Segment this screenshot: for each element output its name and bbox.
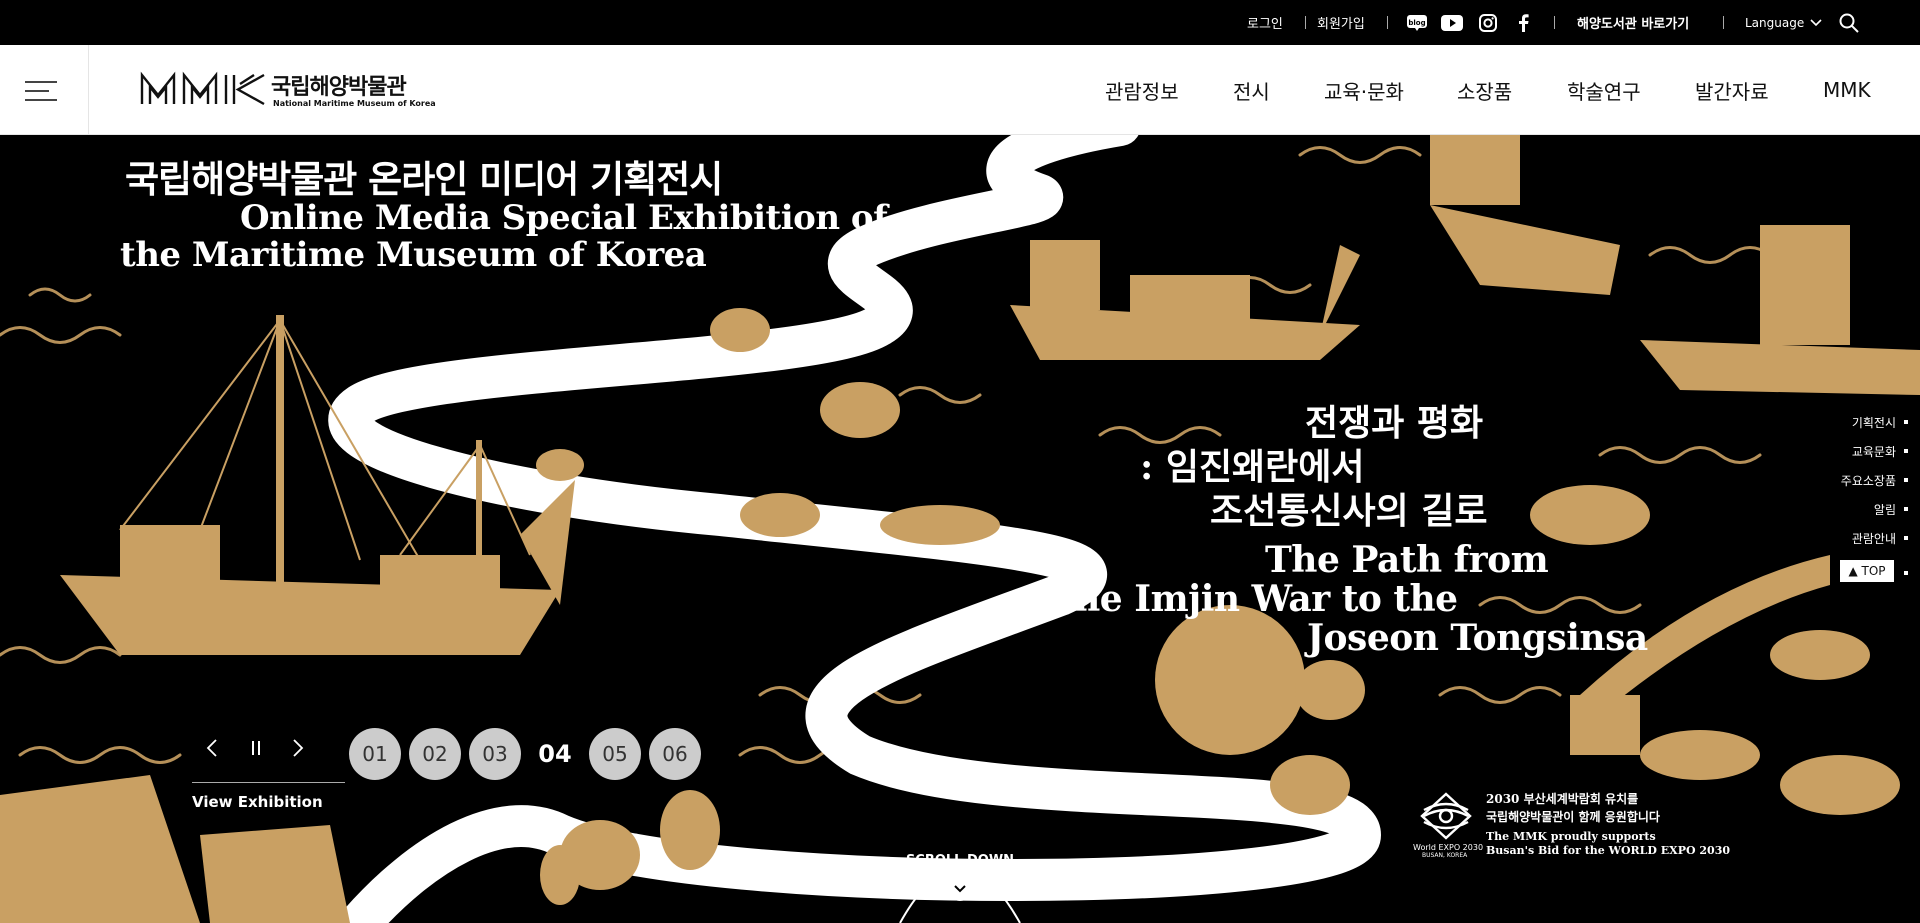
next-slide-button[interactable]	[283, 733, 313, 763]
logo-english-name: National Maritime Museum of Korea	[273, 99, 436, 108]
exhibit-subtitle-en-2: the Imjin War to the	[1058, 578, 1458, 620]
quick-menu-label: 기획전시	[1851, 415, 1896, 430]
svg-text:blog: blog	[1408, 19, 1425, 27]
bullet-icon	[1904, 507, 1908, 511]
instagram-icon[interactable]	[1477, 12, 1499, 34]
slide-dot-04-active[interactable]: 04	[529, 728, 581, 780]
youtube-icon[interactable]	[1441, 12, 1463, 34]
hero-title-english-line2: the Maritime Museum of Korea	[120, 235, 707, 275]
quick-menu-label: 관람안내	[1851, 531, 1896, 546]
quick-menu-item-notice[interactable]: 알림	[1874, 497, 1908, 521]
expo-text-ko-2: 국립해양박물관이 함께 응원합니다	[1486, 810, 1660, 824]
divider	[88, 45, 89, 135]
divider	[1387, 16, 1388, 29]
bullet-icon	[1904, 420, 1908, 424]
bullet-icon	[1904, 449, 1908, 453]
slide-dot-03[interactable]: 03	[469, 728, 521, 780]
hero-slider: 국립해양박물관 온라인 미디어 기획전시 Online Media Specia…	[0, 135, 1920, 923]
language-selector[interactable]: Language	[1745, 0, 1822, 45]
chevron-down-icon	[1810, 18, 1822, 26]
quick-menu-item-education[interactable]: 교육문화	[1852, 439, 1908, 463]
blog-icon[interactable]: blog	[1406, 12, 1428, 34]
facebook-icon[interactable]	[1512, 12, 1534, 34]
exhibit-subtitle-ko-3: 조선통신사의 길로	[1210, 490, 1488, 532]
bullet-icon	[1904, 571, 1908, 575]
pause-icon	[252, 741, 260, 755]
main-header: 국립해양박물관 National Maritime Museum of Kore…	[0, 45, 1920, 135]
quick-menu-item-visit-guide[interactable]: 관람안내	[1852, 526, 1908, 550]
search-icon[interactable]	[1838, 12, 1860, 34]
quick-menu-label: 알림	[1873, 502, 1896, 517]
quick-menu-item-collection[interactable]: 주요소장품	[1841, 468, 1908, 492]
mmk-logo-icon	[140, 71, 265, 106]
expo-text-en-1: The MMK proudly supports	[1486, 830, 1656, 843]
hero-title-english-line1: Online Media Special Exhibition of	[240, 198, 888, 238]
nav-research[interactable]: 학술연구	[1567, 45, 1641, 135]
slide-dot-02[interactable]: 02	[409, 728, 461, 780]
expo-caption: World EXPO 2030	[1413, 843, 1484, 852]
logo-korean-name: 국립해양박물관	[271, 75, 407, 100]
world-expo-logo-icon	[1420, 792, 1472, 840]
slide-dot-05[interactable]: 05	[589, 728, 641, 780]
expo-text-en-2: Busan's Bid for the WORLD EXPO 2030	[1486, 844, 1730, 857]
nav-collection[interactable]: 소장품	[1457, 45, 1512, 135]
chevron-right-icon	[293, 739, 304, 757]
prev-slide-button[interactable]	[197, 733, 227, 763]
nav-mmk[interactable]: MMK	[1823, 45, 1871, 135]
slide-dot-06[interactable]: 06	[649, 728, 701, 780]
bullet-icon	[1904, 536, 1908, 540]
world-expo-2030-banner[interactable]: World EXPO 2030 BUSAN, KOREA 2030 부산세계박람…	[1410, 790, 1730, 870]
chevron-left-icon	[206, 739, 217, 757]
nav-publications[interactable]: 발간자료	[1695, 45, 1769, 135]
divider	[1723, 16, 1724, 29]
login-link[interactable]: 로그인	[1247, 0, 1283, 45]
language-label: Language	[1745, 15, 1805, 30]
nav-exhibition[interactable]: 전시	[1233, 45, 1270, 135]
scroll-down-label[interactable]: SCROLL DOWN	[900, 853, 1020, 868]
controls-divider	[192, 782, 345, 783]
expo-caption-location: BUSAN, KOREA	[1422, 852, 1468, 859]
bullet-icon	[1904, 478, 1908, 482]
expo-text-ko-1: 2030 부산세계박람회 유치를	[1486, 792, 1639, 806]
exhibit-subtitle-en-1: The Path from	[1265, 539, 1549, 581]
scroll-down-button[interactable]	[948, 877, 972, 901]
join-link[interactable]: 회원가입	[1317, 0, 1365, 45]
quick-menu-label: 주요소장품	[1840, 473, 1896, 488]
exhibit-subtitle-en-3: Joseon Tongsinsa	[1307, 617, 1648, 659]
site-logo[interactable]: 국립해양박물관 National Maritime Museum of Kore…	[140, 71, 436, 111]
pause-button[interactable]	[241, 733, 271, 763]
back-to-top-button[interactable]: ▲ TOP	[1840, 560, 1894, 582]
top-utility-bar: 로그인 회원가입 blog 해양도서관 바로가기 Language	[0, 0, 1920, 45]
view-exhibition-link[interactable]: View Exhibition	[192, 793, 323, 811]
divider	[1305, 16, 1306, 29]
menu-icon[interactable]	[25, 78, 57, 102]
quick-menu-item-special-exhibition[interactable]: 기획전시	[1852, 410, 1908, 434]
slide-dot-01[interactable]: 01	[349, 728, 401, 780]
chevron-down-icon	[954, 885, 966, 893]
hero-title-korean: 국립해양박물관 온라인 미디어 기획전시	[125, 157, 723, 201]
nav-education-culture[interactable]: 교육·문화	[1324, 45, 1404, 135]
library-link[interactable]: 해양도서관 바로가기	[1577, 0, 1689, 45]
quick-menu-label: 교육문화	[1851, 444, 1896, 459]
nav-visit-info[interactable]: 관람정보	[1105, 45, 1179, 135]
divider	[1554, 16, 1555, 29]
